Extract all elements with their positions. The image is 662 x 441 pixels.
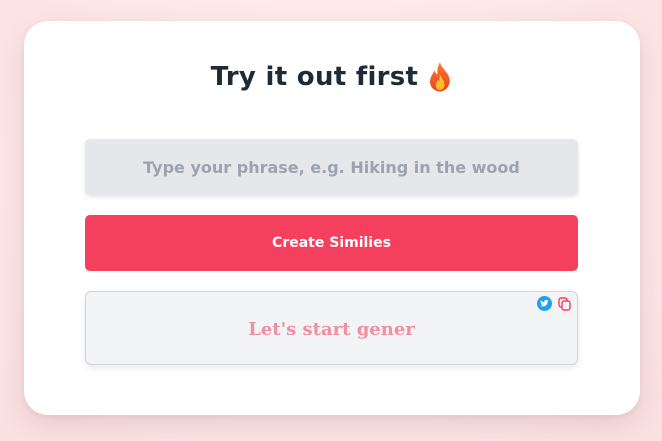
phrase-input-container (85, 139, 578, 195)
output-panel: Let's start gener (85, 291, 578, 365)
fire-icon (427, 61, 453, 93)
title-row: Try it out first (24, 61, 640, 93)
page-title: Try it out first (210, 62, 419, 92)
create-similies-button[interactable]: Create Similies (85, 215, 578, 271)
twitter-icon[interactable] (537, 296, 552, 311)
output-text: Let's start gener (248, 319, 415, 340)
copy-icon[interactable] (558, 296, 571, 311)
simile-generator-card: Try it out first Create Si (24, 21, 640, 415)
phrase-input[interactable] (85, 139, 578, 195)
